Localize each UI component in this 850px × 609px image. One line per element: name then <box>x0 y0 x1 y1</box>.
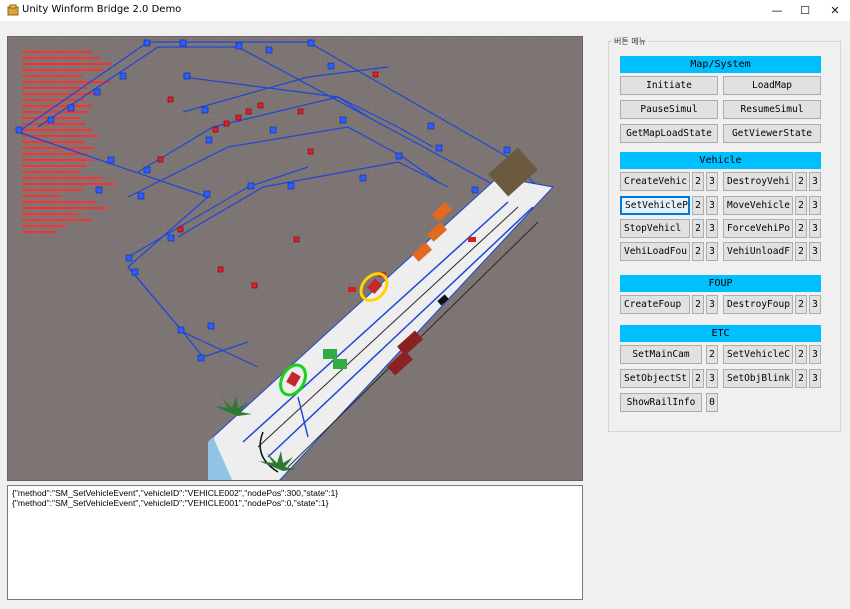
window-title: Unity Winform Bridge 2.0 Demo <box>22 4 182 15</box>
resume-simul-button[interactable]: ResumeSimul <box>723 100 821 119</box>
create-vehicle-count-3[interactable]: 3 <box>706 172 718 191</box>
vehicle-unload-foup-count-3[interactable]: 3 <box>809 242 821 261</box>
set-main-cam-count-2[interactable]: 2 <box>706 345 718 364</box>
stop-vehicle-count-3[interactable]: 3 <box>706 219 718 238</box>
create-vehicle-button[interactable]: CreateVehic <box>620 172 690 191</box>
set-vehicle-pos-count-3[interactable]: 3 <box>706 196 718 215</box>
log-line: {"method":"SM_SetVehicleEvent","vehicleI… <box>12 488 339 498</box>
pause-simul-button[interactable]: PauseSimul <box>620 100 718 119</box>
set-obj-blink-count-2[interactable]: 2 <box>795 369 807 388</box>
set-object-state-count-3[interactable]: 3 <box>706 369 718 388</box>
app-icon <box>7 4 19 16</box>
set-object-state-count-2[interactable]: 2 <box>692 369 704 388</box>
move-vehicle-count-3[interactable]: 3 <box>809 196 821 215</box>
destroy-vehicle-count-2[interactable]: 2 <box>795 172 807 191</box>
maximize-button[interactable]: ☐ <box>790 0 820 21</box>
section-map-system: Map/System <box>620 56 821 73</box>
section-etc: ETC <box>620 325 821 342</box>
button-menu-title: 버튼 메뉴 <box>612 36 648 47</box>
vehicle-load-foup-count-3[interactable]: 3 <box>706 242 718 261</box>
force-vehicle-pos-count-2[interactable]: 2 <box>795 219 807 238</box>
set-vehicle-pos-button[interactable]: SetVehicleP <box>620 196 690 215</box>
set-vehicle-pos-count-2[interactable]: 2 <box>692 196 704 215</box>
vehicle-unload-foup-button[interactable]: VehiUnloadF <box>723 242 793 261</box>
unity-3d-viewport[interactable] <box>7 36 583 481</box>
move-vehicle-button[interactable]: MoveVehicle <box>723 196 793 215</box>
create-foup-button[interactable]: CreateFoup <box>620 295 690 314</box>
create-foup-count-2[interactable]: 2 <box>692 295 704 314</box>
set-vehicle-color-count-3[interactable]: 3 <box>809 345 821 364</box>
get-map-load-state-button[interactable]: GetMapLoadState <box>620 124 718 143</box>
section-vehicle: Vehicle <box>620 152 821 169</box>
loadmap-button[interactable]: LoadMap <box>723 76 821 95</box>
title-bar: Unity Winform Bridge 2.0 Demo — ☐ ✕ <box>0 0 850 21</box>
show-rail-info-count-0[interactable]: 0 <box>706 393 718 412</box>
force-vehicle-pos-button[interactable]: ForceVehiPo <box>723 219 793 238</box>
move-vehicle-count-2[interactable]: 2 <box>795 196 807 215</box>
show-rail-info-button[interactable]: ShowRailInfo <box>620 393 702 412</box>
stop-vehicle-count-2[interactable]: 2 <box>692 219 704 238</box>
log-line: {"method":"SM_SetVehicleEvent","vehicleI… <box>12 498 329 508</box>
close-button[interactable]: ✕ <box>820 0 850 21</box>
rail-map-scene <box>8 37 582 480</box>
destroy-vehicle-count-3[interactable]: 3 <box>809 172 821 191</box>
get-viewer-state-button[interactable]: GetViewerState <box>723 124 821 143</box>
create-vehicle-count-2[interactable]: 2 <box>692 172 704 191</box>
section-foup: FOUP <box>620 275 821 292</box>
destroy-vehicle-button[interactable]: DestroyVehi <box>723 172 793 191</box>
destroy-foup-count-2[interactable]: 2 <box>795 295 807 314</box>
initiate-button[interactable]: Initiate <box>620 76 718 95</box>
output-log[interactable]: {"method":"SM_SetVehicleEvent","vehicleI… <box>7 485 583 600</box>
vehicle-load-foup-button[interactable]: VehiLoadFou <box>620 242 690 261</box>
vehicle-load-foup-count-2[interactable]: 2 <box>692 242 704 261</box>
destroy-foup-count-3[interactable]: 3 <box>809 295 821 314</box>
minimize-button[interactable]: — <box>762 0 792 21</box>
set-object-state-button[interactable]: SetObjectSt <box>620 369 690 388</box>
set-obj-blink-button[interactable]: SetObjBlink <box>723 369 793 388</box>
set-vehicle-color-count-2[interactable]: 2 <box>795 345 807 364</box>
vehicle-unload-foup-count-2[interactable]: 2 <box>795 242 807 261</box>
force-vehicle-pos-count-3[interactable]: 3 <box>809 219 821 238</box>
create-foup-count-3[interactable]: 3 <box>706 295 718 314</box>
destroy-foup-button[interactable]: DestroyFoup <box>723 295 793 314</box>
set-vehicle-color-button[interactable]: SetVehicleC <box>723 345 793 364</box>
set-obj-blink-count-3[interactable]: 3 <box>809 369 821 388</box>
stop-vehicle-button[interactable]: StopVehicl <box>620 219 690 238</box>
set-main-cam-button[interactable]: SetMainCam <box>620 345 702 364</box>
